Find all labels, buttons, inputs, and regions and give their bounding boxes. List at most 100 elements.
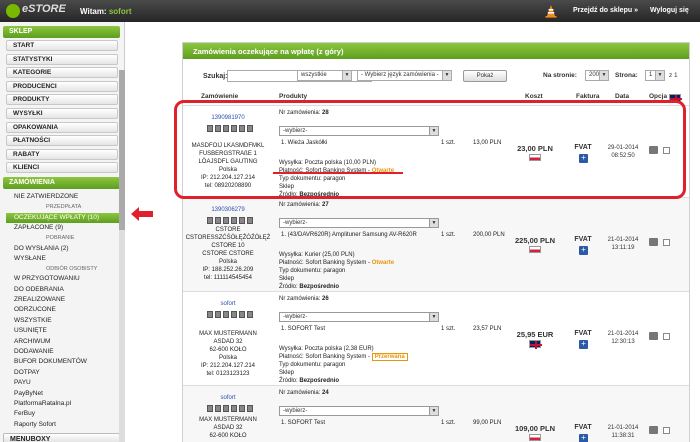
order-action-select[interactable]: -wybierz- ▼ xyxy=(279,218,439,228)
sidebar-item[interactable]: PRODUKTY xyxy=(6,94,118,106)
print-icon[interactable] xyxy=(207,405,213,412)
order-filter-link[interactable]: DO WYSŁANIA (2) xyxy=(6,244,120,254)
sidebar-item[interactable]: START xyxy=(6,40,118,51)
username: sofort xyxy=(108,7,132,16)
order-id-link[interactable]: sofort xyxy=(183,394,273,402)
order-time: 13:11:19 xyxy=(611,245,635,251)
order-action-select[interactable]: -wybierz- ▼ xyxy=(279,312,439,322)
scrollbar-thumb[interactable] xyxy=(119,70,125,230)
customer-ip: IP: 188.252.26.209 xyxy=(202,267,254,273)
sidebar-item[interactable]: KATEGORIE xyxy=(6,67,118,79)
select-order-checkbox[interactable] xyxy=(663,333,670,340)
order-id-link[interactable]: sofort xyxy=(183,300,273,308)
page-select[interactable]: 1 ▼ xyxy=(645,70,665,81)
status-filter-select[interactable]: wszystkie ▼ xyxy=(297,70,352,81)
sidebar-item[interactable]: KLIENCI xyxy=(6,162,118,174)
pdf-icon[interactable] xyxy=(223,217,229,224)
mail-icon[interactable] xyxy=(231,311,237,318)
select-order-checkbox[interactable] xyxy=(663,239,670,246)
sidebar-scrollbar[interactable] xyxy=(119,70,125,442)
doc-icon[interactable] xyxy=(215,217,221,224)
order-filter-link[interactable]: FerBuy xyxy=(6,409,120,419)
sidebar-item[interactable]: OPAKOWANIA xyxy=(6,121,118,133)
shop-label: Sklep xyxy=(279,370,295,376)
order-filter-link[interactable]: OCZEKUJĄCE WPŁATY (10) xyxy=(6,212,120,223)
logo[interactable]: eSTORE xyxy=(6,3,66,19)
order-number-label: Nr zamówienia: xyxy=(279,202,321,208)
order-action-select[interactable]: -wybierz- ▼ xyxy=(279,406,439,416)
add-invoice-icon[interactable]: + xyxy=(579,246,588,255)
edit-icon[interactable] xyxy=(247,405,253,412)
sidebar-item[interactable]: RABATY xyxy=(6,148,118,160)
delete-icon[interactable] xyxy=(239,405,245,412)
edit-icon[interactable] xyxy=(247,311,253,318)
pdf-icon[interactable] xyxy=(223,405,229,412)
select-order-checkbox[interactable] xyxy=(663,427,670,434)
invoice-type: FVAT xyxy=(574,330,592,337)
welcome-label: Witam: xyxy=(80,7,107,16)
goto-store-link[interactable]: Przejdź do sklepu » xyxy=(573,7,638,14)
mail-icon[interactable] xyxy=(231,405,237,412)
order-time: 12:30:13 xyxy=(611,339,635,345)
shipping-info: Wysyłka: Kurier (25,00 PLN) xyxy=(279,252,355,258)
order-group-label: PRZEDPŁATA xyxy=(46,204,82,211)
order-filter-link[interactable]: DOTPAY xyxy=(6,368,120,378)
product-name: 1. SOFORT Test xyxy=(281,420,326,426)
traffic-cone-icon[interactable] xyxy=(544,4,558,18)
order-filter-link[interactable]: W PRZYGOTOWANIU xyxy=(6,274,120,284)
language-select[interactable]: - Wybierz język zamówienia - ▼ xyxy=(357,70,452,81)
per-page-select[interactable]: 200 ▼ xyxy=(585,70,609,81)
customer-ip: IP: 212.204.127.214 xyxy=(200,363,256,369)
order-filter-link[interactable]: ZAPŁACONE (9) xyxy=(6,223,120,233)
order-filter-link[interactable]: ZREALIZOWANE xyxy=(6,295,120,305)
order-filter-link[interactable]: PayByNet xyxy=(6,389,120,399)
logo-mark-icon xyxy=(6,4,20,18)
print-icon[interactable] xyxy=(207,217,213,224)
payment-status-badge: Otwarte xyxy=(371,260,395,266)
order-filter-link[interactable]: ODRZUCONE xyxy=(6,305,120,315)
delete-icon[interactable] xyxy=(239,311,245,318)
add-invoice-icon[interactable]: + xyxy=(579,434,588,442)
sidebar-item[interactable]: WYSYŁKI xyxy=(6,108,118,119)
order-filter-link[interactable]: PAYU xyxy=(6,378,120,388)
sidebar-item[interactable]: PRODUCENCI xyxy=(6,80,118,92)
sidebar-item[interactable]: STATYSTYKI xyxy=(6,53,118,65)
order-filter-link[interactable]: DODAWANIE xyxy=(6,347,120,357)
order-filter-link[interactable]: WYSŁANE xyxy=(6,254,120,264)
order-filter-link[interactable]: WSZYSTKIE xyxy=(6,316,120,326)
edit-order-icon[interactable] xyxy=(649,238,658,246)
menu-section-menuboxy[interactable]: MENUBOXY xyxy=(3,433,120,442)
delete-icon[interactable] xyxy=(239,217,245,224)
order-filter-link[interactable]: ARCHIWUM xyxy=(6,337,120,347)
customer-phone: tel: 111114545454 xyxy=(204,275,252,281)
print-icon[interactable] xyxy=(207,311,213,318)
order-number-label: Nr zamówienia: xyxy=(279,390,321,396)
order-id-link[interactable]: 1390306279 xyxy=(183,206,273,214)
order-filter-link[interactable]: Raporty Sofort xyxy=(6,420,120,430)
doc-icon[interactable] xyxy=(215,311,221,318)
order-filter-link[interactable]: BUFOR DOKUMENTÓW xyxy=(6,357,120,367)
edit-order-icon[interactable] xyxy=(649,426,658,434)
menu-section-zamowienia[interactable]: ZAMÓWIENIA xyxy=(3,177,120,189)
show-button[interactable]: Pokaż xyxy=(463,70,507,82)
pdf-icon[interactable] xyxy=(223,311,229,318)
add-invoice-icon[interactable]: + xyxy=(579,340,588,349)
highlight-annotation xyxy=(174,100,686,199)
order-filter-link[interactable]: NIE ZATWIERDZONE xyxy=(6,192,120,202)
source-value: Bezpośrednio xyxy=(299,284,340,290)
order-filter-link[interactable]: PlatformaRatalna.pl xyxy=(6,399,120,409)
language-value: - Wybierz język zamówienia - xyxy=(361,72,439,78)
order-filter-link[interactable]: USUNIĘTE xyxy=(6,326,120,336)
order-action-value: -wybierz- xyxy=(283,314,308,320)
order-total: 109,00 PLN xyxy=(514,424,556,433)
menu-section-sklep[interactable]: SKLEP xyxy=(3,26,120,38)
order-date: 21-01-2014 xyxy=(607,425,639,431)
edit-icon[interactable] xyxy=(247,217,253,224)
doc-icon[interactable] xyxy=(215,405,221,412)
edit-order-icon[interactable] xyxy=(649,332,658,340)
document-type: Typ dokumentu: paragon xyxy=(279,268,346,274)
logout-link[interactable]: Wyloguj się xyxy=(650,7,689,14)
sidebar-item[interactable]: PŁATNOŚCI xyxy=(6,135,118,147)
order-filter-link[interactable]: DO ODEBRANIA xyxy=(6,285,120,295)
mail-icon[interactable] xyxy=(231,217,237,224)
